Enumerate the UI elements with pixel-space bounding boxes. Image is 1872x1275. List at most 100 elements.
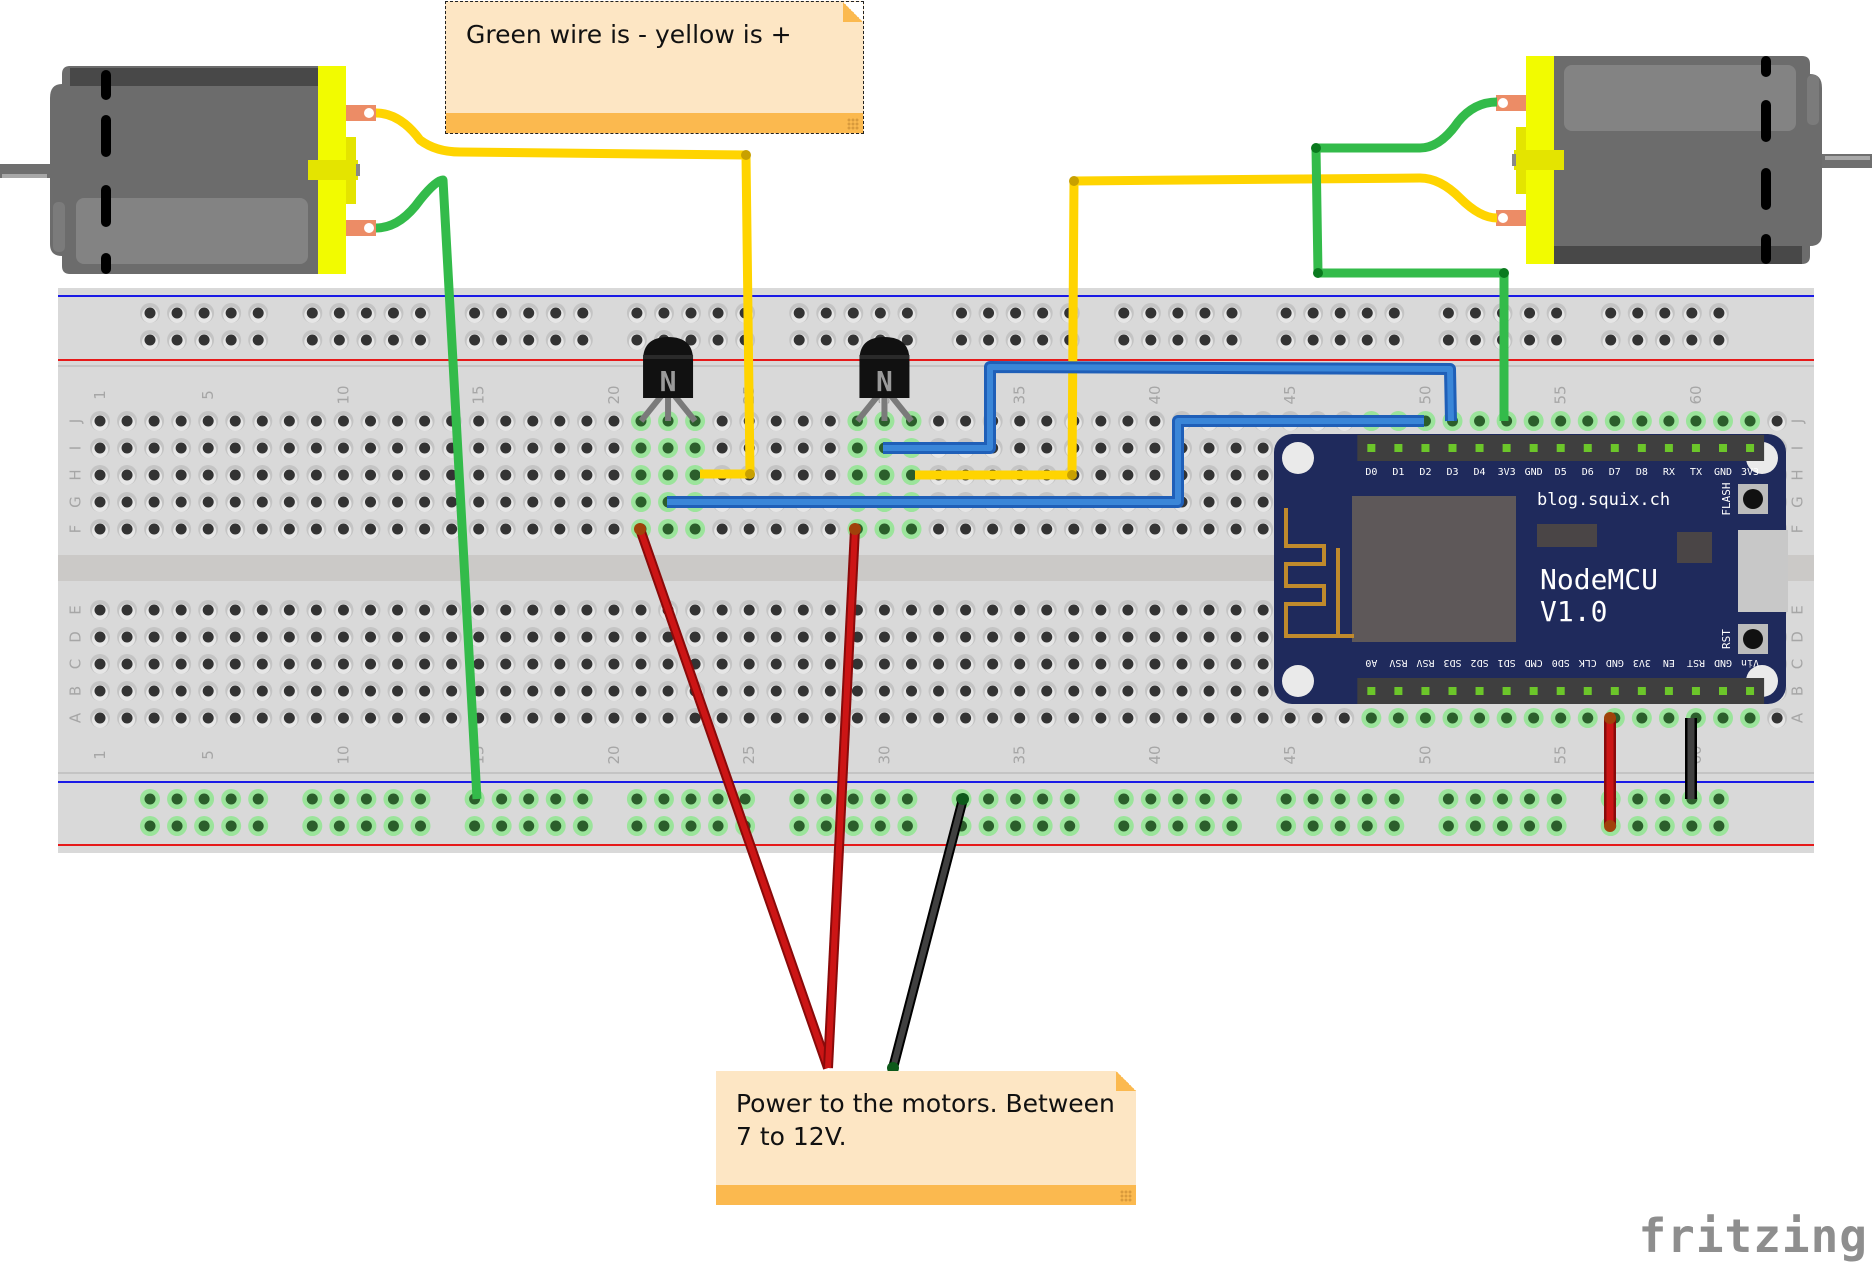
breadboard-hole[interactable] <box>495 492 516 512</box>
breadboard-hole[interactable] <box>117 411 138 431</box>
rail-hole[interactable] <box>464 303 485 323</box>
breadboard-hole[interactable] <box>90 654 110 674</box>
rail-hole[interactable] <box>1194 303 1215 323</box>
breadboard-hole[interactable] <box>90 492 110 512</box>
breadboard-hole[interactable] <box>1009 708 1030 728</box>
breadboard-hole[interactable] <box>549 438 570 458</box>
rail-hole[interactable] <box>951 303 972 323</box>
breadboard-hole[interactable] <box>928 519 949 539</box>
breadboard-hole[interactable] <box>252 708 273 728</box>
breadboard-hole[interactable] <box>306 492 327 512</box>
header-pin[interactable] <box>1394 444 1403 452</box>
breadboard-hole[interactable] <box>306 519 327 539</box>
breadboard-hole[interactable] <box>522 411 543 431</box>
rail-hole[interactable] <box>1303 816 1324 836</box>
breadboard-hole[interactable] <box>306 654 327 674</box>
rail-hole[interactable] <box>1438 789 1459 809</box>
header-pin[interactable] <box>1637 444 1646 452</box>
rail-hole[interactable] <box>626 816 647 836</box>
breadboard-hole[interactable] <box>1090 438 1111 458</box>
header-pin[interactable] <box>1556 687 1565 695</box>
header-pin[interactable] <box>1421 444 1430 452</box>
rail-hole[interactable] <box>518 816 539 836</box>
breadboard-hole[interactable] <box>1009 411 1030 431</box>
rail-hole[interactable] <box>1005 816 1026 836</box>
breadboard-hole[interactable] <box>1144 708 1165 728</box>
rail-hole[interactable] <box>140 303 160 323</box>
rail-hole[interactable] <box>1167 789 1188 809</box>
rail-hole[interactable] <box>356 303 377 323</box>
rail-hole[interactable] <box>248 816 269 836</box>
rail-hole[interactable] <box>410 816 431 836</box>
breadboard-hole[interactable] <box>631 627 651 647</box>
breadboard-hole[interactable] <box>144 411 165 431</box>
breadboard-hole[interactable] <box>1144 465 1165 485</box>
breadboard-hole[interactable] <box>1009 627 1030 647</box>
breadboard-hole[interactable] <box>712 627 733 647</box>
rail-hole[interactable] <box>194 330 215 350</box>
breadboard-hole[interactable] <box>144 681 165 701</box>
breadboard-hole[interactable] <box>1523 411 1544 431</box>
header-pin[interactable] <box>1637 687 1646 695</box>
rail-hole[interactable] <box>626 789 647 809</box>
header-pin[interactable] <box>1367 687 1376 695</box>
breadboard-hole[interactable] <box>360 600 381 620</box>
breadboard-hole[interactable] <box>117 681 138 701</box>
rail-hole[interactable] <box>1032 330 1053 350</box>
breadboard-hole[interactable] <box>1334 708 1355 728</box>
rail-hole[interactable] <box>1465 789 1486 809</box>
breadboard-hole[interactable] <box>333 411 354 431</box>
breadboard-hole[interactable] <box>252 465 273 485</box>
breadboard-hole[interactable] <box>414 708 435 728</box>
rail-hole[interactable] <box>545 789 566 809</box>
breadboard-hole[interactable] <box>739 681 760 701</box>
rail-hole[interactable] <box>572 816 593 836</box>
breadboard-hole[interactable] <box>117 492 138 512</box>
breadboard-hole[interactable] <box>901 627 922 647</box>
breadboard-hole[interactable] <box>712 600 733 620</box>
breadboard-hole[interactable] <box>1469 411 1490 431</box>
rail-hole[interactable] <box>1330 789 1351 809</box>
breadboard-hole[interactable] <box>1172 627 1192 647</box>
rail-hole[interactable] <box>1276 330 1297 350</box>
breadboard-hole[interactable] <box>333 600 354 620</box>
breadboard-hole[interactable] <box>333 519 354 539</box>
breadboard-hole[interactable] <box>631 492 651 512</box>
rail-hole[interactable] <box>221 303 242 323</box>
breadboard-hole[interactable] <box>820 438 841 458</box>
rail-hole[interactable] <box>410 330 431 350</box>
header-pin[interactable] <box>1583 687 1592 695</box>
rail-hole[interactable] <box>383 330 404 350</box>
rail-hole[interactable] <box>329 303 350 323</box>
breadboard-hole[interactable] <box>306 438 327 458</box>
breadboard-hole[interactable] <box>1740 708 1761 728</box>
rail-hole[interactable] <box>410 303 431 323</box>
rail-hole[interactable] <box>1276 789 1297 809</box>
breadboard-hole[interactable] <box>1577 411 1598 431</box>
breadboard-hole[interactable] <box>1767 708 1788 728</box>
rail-hole[interactable] <box>843 816 864 836</box>
breadboard-hole[interactable] <box>549 708 570 728</box>
breadboard-hole[interactable] <box>306 411 327 431</box>
breadboard-hole[interactable] <box>1009 654 1030 674</box>
breadboard-hole[interactable] <box>955 654 976 674</box>
rail-hole[interactable] <box>1330 330 1351 350</box>
breadboard-hole[interactable] <box>1767 411 1788 431</box>
breadboard-hole[interactable] <box>198 519 219 539</box>
breadboard-hole[interactable] <box>387 627 408 647</box>
breadboard-hole[interactable] <box>1199 600 1220 620</box>
breadboard-hole[interactable] <box>820 627 841 647</box>
breadboard-hole[interactable] <box>874 708 895 728</box>
breadboard-hole[interactable] <box>198 681 219 701</box>
breadboard-hole[interactable] <box>414 654 435 674</box>
breadboard-hole[interactable] <box>1199 519 1220 539</box>
breadboard-hole[interactable] <box>468 411 489 431</box>
breadboard-hole[interactable] <box>522 465 543 485</box>
breadboard-hole[interactable] <box>1442 708 1463 728</box>
rail-hole[interactable] <box>1627 789 1648 809</box>
breadboard-hole[interactable] <box>793 519 814 539</box>
header-pin[interactable] <box>1664 444 1673 452</box>
rail-hole[interactable] <box>1140 816 1161 836</box>
breadboard-hole[interactable] <box>1199 438 1220 458</box>
breadboard-hole[interactable] <box>766 438 787 458</box>
